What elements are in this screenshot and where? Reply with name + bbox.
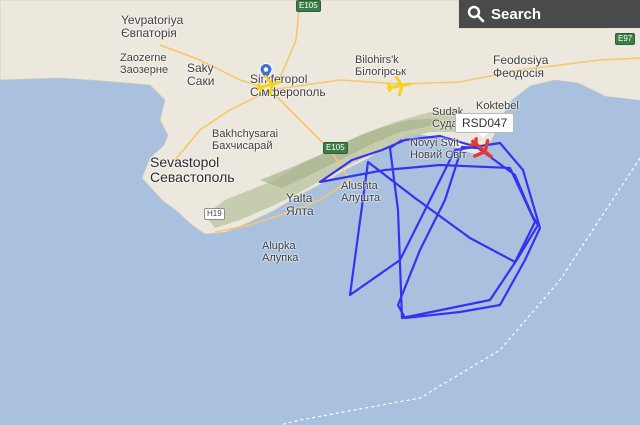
selected-aircraft-icon[interactable] [468, 136, 496, 162]
city-koktebel: Koktebel [476, 100, 519, 112]
city-sevastopol: Sevastopol Севастополь [150, 154, 235, 185]
flight-callsign-tag[interactable]: RSD047 [455, 113, 515, 138]
city-saky: Saky Саки [187, 61, 215, 88]
road-shield-e105-top: E105 [296, 0, 321, 12]
city-zaozerne: Zaozerne Заозерне [120, 52, 169, 76]
city-alupka: Alupka Алупка [262, 240, 299, 264]
city-alushta: Alushta Алушта [341, 180, 381, 204]
city-bilohirsk: Bilohirs'k Білогірськ [355, 54, 406, 78]
city-novyi-svit: Novyi Svit Новий Світ [410, 137, 467, 161]
road-shield-h19: H19 [204, 208, 225, 220]
city-feodosiya: Feodosiya Феодосія [493, 53, 549, 80]
aircraft-icon-simferopol[interactable] [256, 75, 282, 95]
city-yevpatoriya: Yevpatoriya Євпаторія [121, 13, 184, 40]
road-shield-e97: E97 [615, 33, 636, 45]
search-button[interactable]: Search [459, 0, 640, 28]
search-label: Search [491, 5, 542, 23]
city-yalta: Yalta Ялта [286, 191, 314, 218]
city-bakhchysarai: Bakhchysarai Бахчисарай [212, 128, 279, 152]
search-icon [467, 5, 485, 23]
aircraft-icon-bilohirsk[interactable] [386, 76, 412, 96]
road-shield-e105-mid: E105 [323, 142, 348, 154]
